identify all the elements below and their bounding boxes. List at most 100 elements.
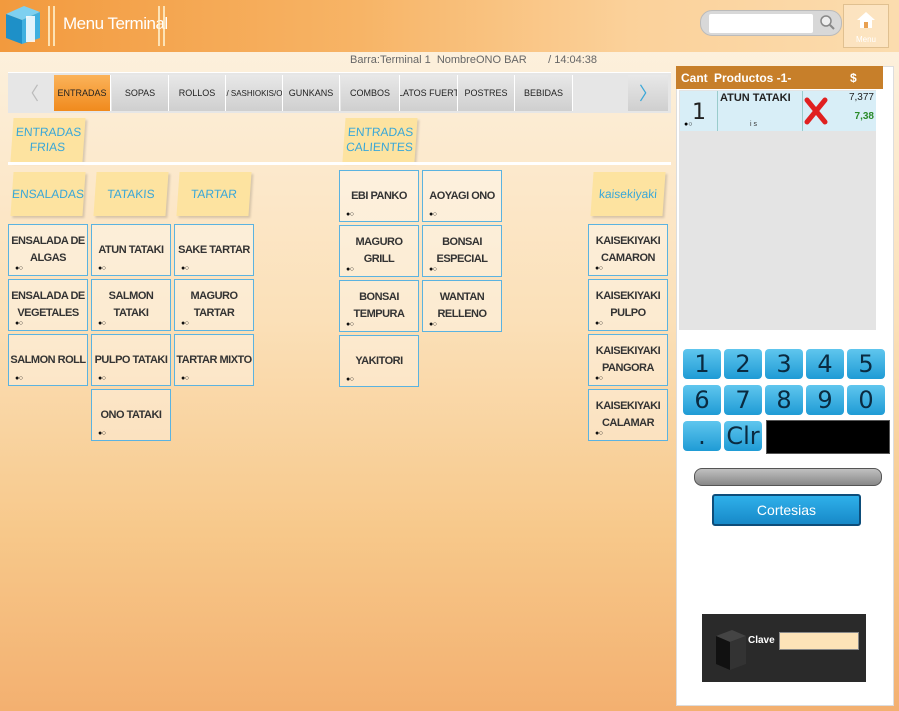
product-tile[interactable]: PULPO TATAKI ●○ bbox=[91, 334, 171, 386]
product-tile[interactable]: KAISEKIYAKI PULPO ●○ bbox=[588, 279, 668, 331]
divider bbox=[8, 162, 671, 165]
product-label: KAISEKIYAKI PULPO bbox=[595, 290, 661, 319]
order-qty: 1 bbox=[692, 100, 706, 125]
header-divider bbox=[48, 6, 50, 46]
key-3[interactable]: 3 bbox=[765, 349, 803, 379]
product-tile[interactable]: MAGURO TARTAR ●○ bbox=[174, 279, 254, 331]
order-note: i s bbox=[750, 121, 757, 128]
home-menu-button[interactable]: Menu bbox=[843, 4, 889, 48]
product-tile[interactable]: SALMON TATAKI ●○ bbox=[91, 279, 171, 331]
tab-rollos[interactable]: ROLLOS bbox=[169, 75, 226, 111]
dots-icon: ●○ bbox=[15, 265, 23, 272]
key-2[interactable]: 2 bbox=[724, 349, 762, 379]
tab-bebidas[interactable]: BEBIDAS bbox=[515, 75, 573, 111]
product-tile[interactable]: BONSAI ESPECIAL ●○ bbox=[422, 225, 502, 277]
key-1[interactable]: 1 bbox=[683, 349, 721, 379]
dots-icon: ●○ bbox=[98, 430, 106, 437]
home-icon bbox=[857, 12, 875, 28]
subgroup-ensaladas[interactable]: ENSALADAS bbox=[10, 172, 86, 216]
order-col-cant: Cant bbox=[681, 71, 708, 85]
product-tile[interactable]: WANTAN RELLENO ●○ bbox=[422, 280, 502, 332]
product-label: PULPO TATAKI bbox=[94, 353, 168, 366]
tab-postres[interactable]: POSTRES bbox=[458, 75, 515, 111]
product-tile[interactable]: EBI PANKO ●○ bbox=[339, 170, 419, 222]
product-label: ENSALADA DE VEGETALES bbox=[11, 290, 85, 319]
subgroup-tartar[interactable]: TARTAR bbox=[176, 172, 252, 216]
product-tile[interactable]: KAISEKIYAKI CALAMAR ●○ bbox=[588, 389, 668, 441]
order-col-price: $ bbox=[850, 71, 857, 85]
dots-icon: ●○ bbox=[346, 266, 354, 273]
key-decimal[interactable]: . bbox=[683, 421, 721, 451]
product-label: TARTAR MIXTO bbox=[176, 353, 252, 366]
product-tile[interactable]: SALMON ROLL ●○ bbox=[8, 334, 88, 386]
tab-platos-fuerte[interactable]: PLATOS FUERTE bbox=[400, 75, 458, 111]
key-8[interactable]: 8 bbox=[765, 385, 803, 415]
subgroup-kaisekiyaki[interactable]: kaisekiyaki bbox=[590, 172, 666, 216]
product-tile[interactable]: ENSALADA DE VEGETALES ●○ bbox=[8, 279, 88, 331]
tab-gunkans[interactable]: GUNKANS bbox=[283, 75, 340, 111]
key-4[interactable]: 4 bbox=[806, 349, 844, 379]
product-label: KAISEKIYAKI CALAMAR bbox=[595, 400, 661, 429]
subgroup-tatakis[interactable]: TATAKIS bbox=[93, 172, 169, 216]
tab-combos[interactable]: COMBOS bbox=[341, 75, 400, 111]
key-7[interactable]: 7 bbox=[724, 385, 762, 415]
action-bar-button[interactable] bbox=[694, 468, 882, 486]
terminal-name: Barra:Terminal 1 bbox=[350, 54, 431, 66]
product-label: ATUN TATAKI bbox=[98, 243, 164, 256]
dots-icon: ●○ bbox=[595, 430, 603, 437]
dots-icon: ●○ bbox=[181, 375, 189, 382]
clave-input[interactable] bbox=[779, 632, 859, 650]
tab-nigiris[interactable]: NIGIRIS / SASHIOKIS/OSHIZU/T bbox=[226, 75, 283, 111]
cortesias-button[interactable]: Cortesias bbox=[712, 494, 861, 526]
home-menu-label: Menu bbox=[855, 35, 876, 44]
group-entradas-calientes[interactable]: ENTRADAS CALIENTES bbox=[342, 118, 418, 162]
dots-icon: ●○ bbox=[429, 211, 437, 218]
category-bar: 〈 ENTRADAS SOPAS ROLLOS NIGIRIS / SASHIO… bbox=[8, 72, 671, 113]
product-tile[interactable]: MAGURO GRILL ●○ bbox=[339, 225, 419, 277]
keypad-display bbox=[766, 420, 890, 454]
key-9[interactable]: 9 bbox=[806, 385, 844, 415]
order-line[interactable]: 1 ●○ ATUN TATAKI i s 7,377 7,38 bbox=[680, 91, 876, 131]
search-icon[interactable] bbox=[819, 14, 835, 30]
product-label: ENSALADA DE ALGAS bbox=[11, 235, 85, 264]
product-tile[interactable]: TARTAR MIXTO ●○ bbox=[174, 334, 254, 386]
product-tile[interactable]: KAISEKIYAKI PANGORA ●○ bbox=[588, 334, 668, 386]
tab-entradas[interactable]: ENTRADAS bbox=[54, 75, 111, 111]
dots-icon: ●○ bbox=[429, 321, 437, 328]
dots-icon: ●○ bbox=[429, 266, 437, 273]
product-label: YAKITORI bbox=[355, 354, 403, 367]
clock: / 14:04:38 bbox=[548, 54, 598, 66]
category-prev-button[interactable]: 〈 bbox=[10, 75, 50, 111]
product-tile[interactable]: KAISEKIYAKI CAMARON ●○ bbox=[588, 224, 668, 276]
product-label: KAISEKIYAKI CAMARON bbox=[595, 235, 661, 264]
product-tile[interactable]: BONSAI TEMPURA ●○ bbox=[339, 280, 419, 332]
group-entradas-frias[interactable]: ENTRADAS FRIAS bbox=[10, 118, 86, 162]
product-tile[interactable]: YAKITORI ●○ bbox=[339, 335, 419, 387]
delete-icon[interactable] bbox=[803, 97, 829, 125]
terminal-info: Barra:Terminal 1 NombreONO BAR / 14:04:3… bbox=[350, 54, 597, 66]
key-6[interactable]: 6 bbox=[683, 385, 721, 415]
dots-icon: ●○ bbox=[346, 376, 354, 383]
product-label: SALMON TATAKI bbox=[108, 290, 154, 319]
product-tile[interactable]: ONO TATAKI ●○ bbox=[91, 389, 171, 441]
box-icon bbox=[716, 630, 746, 670]
header-divider bbox=[158, 6, 160, 46]
key-clear[interactable]: Clr bbox=[724, 421, 762, 451]
product-label: WANTAN RELLENO bbox=[437, 291, 487, 320]
product-tile[interactable]: AOYAGI ONO ●○ bbox=[422, 170, 502, 222]
product-tile[interactable]: SAKE TARTAR ●○ bbox=[174, 224, 254, 276]
product-tile[interactable]: ATUN TATAKI ●○ bbox=[91, 224, 171, 276]
key-0[interactable]: 0 bbox=[847, 385, 885, 415]
tab-sopas[interactable]: SOPAS bbox=[112, 75, 169, 111]
header-divider bbox=[53, 6, 55, 46]
search-input[interactable] bbox=[709, 14, 813, 33]
product-label: MAGURO TARTAR bbox=[190, 290, 238, 319]
dots-icon: ●○ bbox=[98, 375, 106, 382]
product-label: EBI PANKO bbox=[351, 189, 407, 202]
product-tile[interactable]: ENSALADA DE ALGAS ●○ bbox=[8, 224, 88, 276]
key-5[interactable]: 5 bbox=[847, 349, 885, 379]
product-label: BONSAI TEMPURA bbox=[353, 291, 405, 320]
category-next-button[interactable]: 〉 bbox=[628, 75, 668, 111]
dots-icon: ●○ bbox=[15, 320, 23, 327]
dots-icon: ●○ bbox=[98, 320, 106, 327]
